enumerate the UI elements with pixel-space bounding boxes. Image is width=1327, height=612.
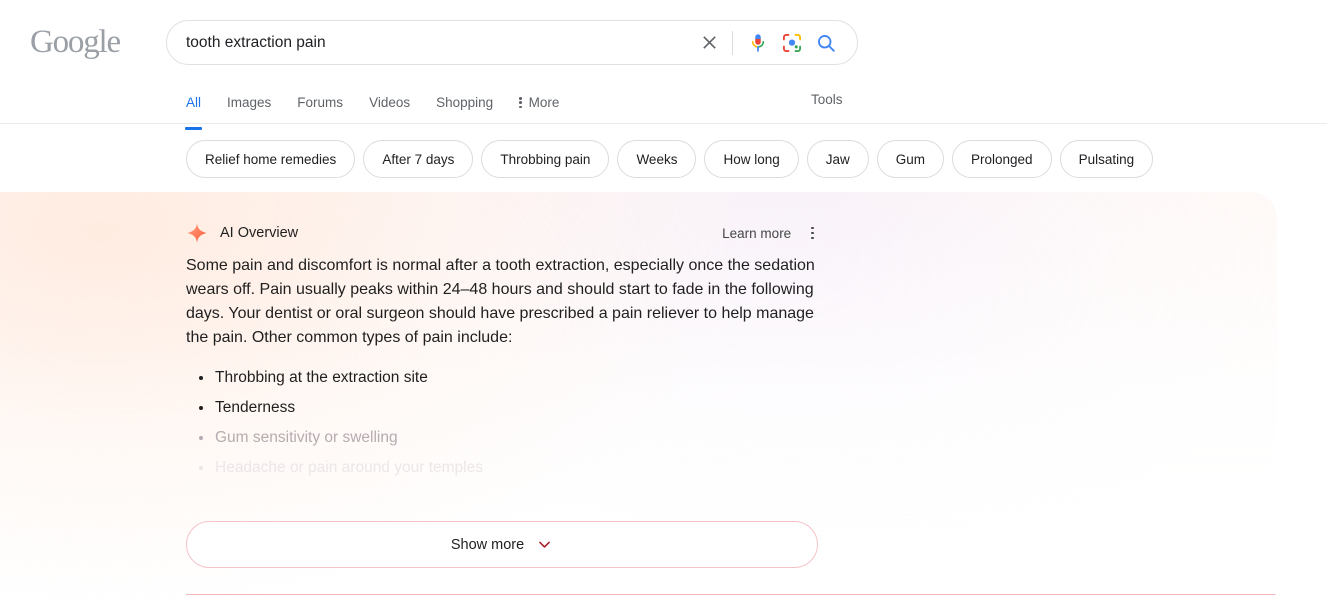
ai-overview-title: AI Overview [220, 225, 298, 241]
tab-all-label: All [186, 95, 201, 110]
search-tabs: All Images Forums Videos Shopping More [186, 92, 585, 124]
search-actions-divider [732, 31, 733, 55]
tab-videos-label: Videos [369, 95, 410, 110]
chip-relief-home-remedies[interactable]: Relief home remedies [186, 140, 355, 178]
tools-button[interactable]: Tools [811, 92, 843, 107]
show-more-label: Show more [451, 537, 524, 553]
google-logo-wordmark: Google [30, 26, 130, 60]
tab-forums-label: Forums [297, 95, 343, 110]
show-more-button[interactable]: Show more [186, 521, 818, 568]
chip-pulsating[interactable]: Pulsating [1060, 140, 1154, 178]
tab-images[interactable]: Images [227, 95, 271, 121]
search-box[interactable] [166, 20, 858, 65]
chip-jaw[interactable]: Jaw [807, 140, 869, 178]
search-icon [815, 32, 837, 54]
list-item: Headache or pain around your temples [186, 457, 826, 479]
search-input[interactable] [167, 21, 692, 64]
tab-more[interactable]: More [519, 95, 559, 121]
chip-how-long[interactable]: How long [704, 140, 798, 178]
voice-search-button[interactable] [741, 26, 775, 60]
ai-overview-bullet-list: Throbbing at the extraction site Tendern… [186, 367, 826, 479]
ai-overview-header: AI Overview Learn more [186, 222, 818, 244]
lens-search-button[interactable] [775, 26, 809, 60]
tab-shopping-label: Shopping [436, 95, 493, 110]
tab-videos[interactable]: Videos [369, 95, 410, 121]
tab-shopping[interactable]: Shopping [436, 95, 493, 121]
list-item: Throbbing at the extraction site [186, 367, 826, 389]
learn-more-link[interactable]: Learn more [722, 226, 791, 241]
tab-forums[interactable]: Forums [297, 95, 343, 121]
list-item: Gum sensitivity or swelling [186, 427, 826, 449]
list-item: Tenderness [186, 397, 826, 419]
more-vertical-icon [519, 97, 522, 108]
tab-images-label: Images [227, 95, 271, 110]
search-submit-button[interactable] [809, 26, 843, 60]
google-logo[interactable]: Google [30, 26, 130, 60]
clear-search-button[interactable] [692, 26, 726, 60]
ai-overview-menu-button[interactable] [807, 225, 818, 242]
ai-overview-header-actions: Learn more [722, 225, 818, 242]
ai-overview-content: Some pain and discomfort is normal after… [186, 254, 826, 487]
search-box-actions [692, 21, 857, 64]
tab-all[interactable]: All [186, 95, 201, 121]
chip-after-7-days[interactable]: After 7 days [363, 140, 473, 178]
search-header: Google [0, 0, 1327, 124]
ai-overview-divider [186, 594, 1277, 595]
chip-prolonged[interactable]: Prolonged [952, 140, 1052, 178]
close-icon [699, 32, 720, 53]
ai-overview-panel: AI Overview Learn more Some pain and dis… [0, 192, 1277, 612]
ai-overview-paragraph: Some pain and discomfort is normal after… [186, 254, 818, 350]
svg-text:Google: Google [30, 26, 121, 60]
chip-weeks[interactable]: Weeks [617, 140, 696, 178]
chip-throbbing-pain[interactable]: Throbbing pain [481, 140, 609, 178]
related-search-chips: Relief home remedies After 7 days Throbb… [186, 140, 1153, 178]
ai-sparkle-icon [186, 222, 208, 244]
microphone-icon [747, 32, 769, 54]
chip-gum[interactable]: Gum [877, 140, 944, 178]
tab-more-label: More [529, 95, 560, 110]
google-lens-icon [781, 32, 803, 54]
chevron-down-icon [536, 536, 553, 553]
